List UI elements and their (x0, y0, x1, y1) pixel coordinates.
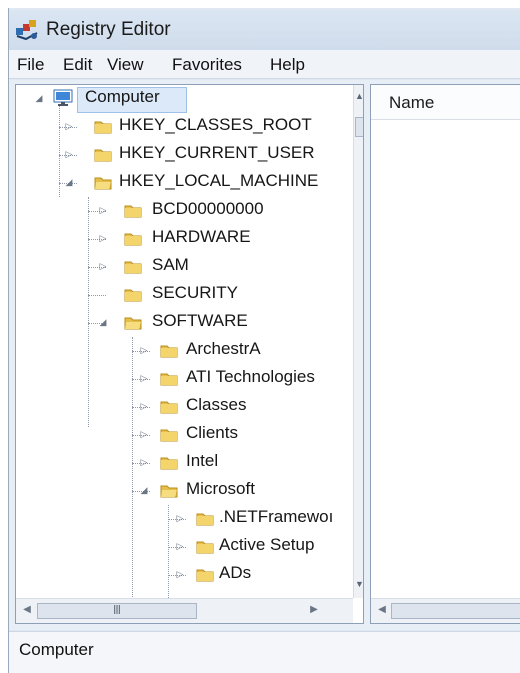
tree-vertical-scroll-thumb[interactable] (355, 117, 363, 137)
values-pane[interactable]: Name ◀ (370, 84, 520, 624)
tree-item-label: ADs (219, 563, 252, 582)
scroll-down-arrow-icon[interactable]: ▼ (355, 579, 363, 589)
folder-icon (94, 149, 112, 162)
folder-icon (160, 429, 178, 442)
tree-item-label: SAM (152, 255, 189, 274)
tree-item-hardware[interactable]: ▷ HARDWARE (16, 225, 353, 253)
folder-icon (160, 345, 178, 358)
tree-item-label: Microsoft (186, 479, 255, 498)
registry-editor-icon (16, 20, 38, 41)
folder-icon (160, 457, 178, 470)
collapse-triangle-icon[interactable]: ◢ (139, 485, 149, 495)
folder-icon (196, 541, 214, 554)
expand-triangle-icon[interactable]: ▷ (98, 233, 108, 243)
tree-item-label: ATI Technologies (186, 367, 315, 386)
expand-triangle-icon[interactable]: ▷ (175, 513, 185, 523)
tree-item-bcd[interactable]: ▷ BCD00000000 (16, 197, 353, 225)
menu-edit[interactable]: Edit (63, 55, 92, 75)
tree-item-label: Active Setup (219, 535, 315, 554)
expand-triangle-icon[interactable]: ▷ (139, 345, 149, 355)
folder-icon (196, 569, 214, 582)
tree-item-label: HARDWARE (152, 227, 251, 246)
tree-item-classes[interactable]: ▷ Classes (16, 393, 353, 421)
registry-editor-window: Registry Editor File Edit View Favorites… (0, 0, 520, 673)
tree-item-microsoft[interactable]: ◢ Microsoft (16, 477, 353, 505)
menu-file[interactable]: File (17, 55, 44, 75)
scroll-right-arrow-icon[interactable]: ▶ (309, 605, 319, 615)
expand-triangle-icon[interactable]: ▷ (98, 261, 108, 271)
folder-icon (160, 401, 178, 414)
computer-icon (53, 89, 73, 106)
expand-triangle-icon[interactable]: ▷ (139, 373, 149, 383)
statusbar: Computer (9, 631, 520, 673)
expand-triangle-icon[interactable]: ▷ (139, 457, 149, 467)
scroll-left-arrow-icon[interactable]: ◀ (22, 605, 32, 615)
tree-item-label: Clients (186, 423, 238, 442)
folder-icon (124, 205, 142, 218)
name-column-header[interactable]: Name (371, 85, 520, 120)
expand-triangle-icon[interactable]: ▷ (175, 541, 185, 551)
open-folder-icon (124, 317, 142, 330)
open-folder-icon (94, 177, 112, 190)
tree-item-netframework[interactable]: ▷ .NETFramewoı (16, 505, 353, 533)
expand-triangle-icon[interactable]: ▷ (64, 149, 74, 159)
scroll-grip-icon: Ⅲ (112, 603, 122, 617)
menu-help[interactable]: Help (270, 55, 305, 75)
folder-icon (124, 261, 142, 274)
scroll-up-arrow-icon[interactable]: ▲ (355, 91, 363, 101)
values-horizontal-scroll-thumb[interactable] (391, 603, 520, 619)
tree-item-label: HKEY_LOCAL_MACHINE (119, 171, 319, 190)
tree-item-hklm[interactable]: ◢ HKEY_LOCAL_MACHINE (16, 169, 353, 197)
tree-item-intel[interactable]: ▷ Intel (16, 449, 353, 477)
status-path: Computer (19, 640, 94, 659)
tree-item-label: BCD00000000 (152, 199, 264, 218)
tree-item-label: HKEY_CLASSES_ROOT (119, 115, 312, 134)
tree-item-hkcu[interactable]: ▷ HKEY_CURRENT_USER (16, 141, 353, 169)
expand-triangle-icon[interactable]: ▷ (175, 569, 185, 579)
folder-icon (160, 373, 178, 386)
tree-item-ati[interactable]: ▷ ATI Technologies (16, 365, 353, 393)
tree-root-label: Computer (85, 87, 160, 106)
scroll-left-arrow-icon[interactable]: ◀ (377, 605, 387, 615)
open-folder-icon (160, 485, 178, 498)
tree-item-label: Classes (186, 395, 247, 414)
expand-triangle-icon[interactable]: ▷ (64, 121, 74, 131)
tree-root-computer[interactable]: ◢ Computer (16, 85, 353, 113)
expand-triangle-icon[interactable]: ▷ (139, 429, 149, 439)
tree-item-software[interactable]: ◢ SOFTWARE (16, 309, 353, 337)
tree-item-security[interactable]: SECURITY (16, 281, 353, 309)
tree-item-label: ArchestrA (186, 339, 261, 358)
tree-item-label: SECURITY (152, 283, 238, 302)
registry-tree-pane[interactable]: ◢ Computer ▷ HKEY_CLASSES_ROOT ▷ HKEY_CU… (15, 84, 364, 624)
folder-icon (196, 513, 214, 526)
tree-item-sam[interactable]: ▷ SAM (16, 253, 353, 281)
menu-favorites[interactable]: Favorites (172, 55, 242, 75)
tree-item-clients[interactable]: ▷ Clients (16, 421, 353, 449)
name-column-label: Name (389, 93, 435, 112)
menu-view[interactable]: View (107, 55, 144, 75)
expand-triangle-icon[interactable]: ▷ (98, 205, 108, 215)
tree-item-ads[interactable]: ▷ ADs (16, 561, 353, 589)
tree-item-active-setup[interactable]: ▷ Active Setup (16, 533, 353, 561)
tree-item-hkcr[interactable]: ▷ HKEY_CLASSES_ROOT (16, 113, 353, 141)
collapse-triangle-icon[interactable]: ◢ (98, 317, 108, 327)
tree-item-label: HKEY_CURRENT_USER (119, 143, 315, 162)
tree-item-label: Intel (186, 451, 219, 470)
tree-item-archestra[interactable]: ▷ ArchestrA (16, 337, 353, 365)
folder-icon (124, 289, 142, 302)
expand-triangle-icon[interactable]: ▷ (139, 401, 149, 411)
collapse-triangle-icon[interactable]: ◢ (34, 93, 44, 103)
tree-item-label: .NETFramewoı (219, 507, 334, 526)
folder-icon (124, 233, 142, 246)
folder-icon (94, 121, 112, 134)
collapse-triangle-icon[interactable]: ◢ (64, 177, 74, 187)
tree-item-label: SOFTWARE (152, 311, 248, 330)
tree-vertical-scrollbar[interactable] (353, 85, 363, 598)
window-title: Registry Editor (46, 19, 171, 40)
